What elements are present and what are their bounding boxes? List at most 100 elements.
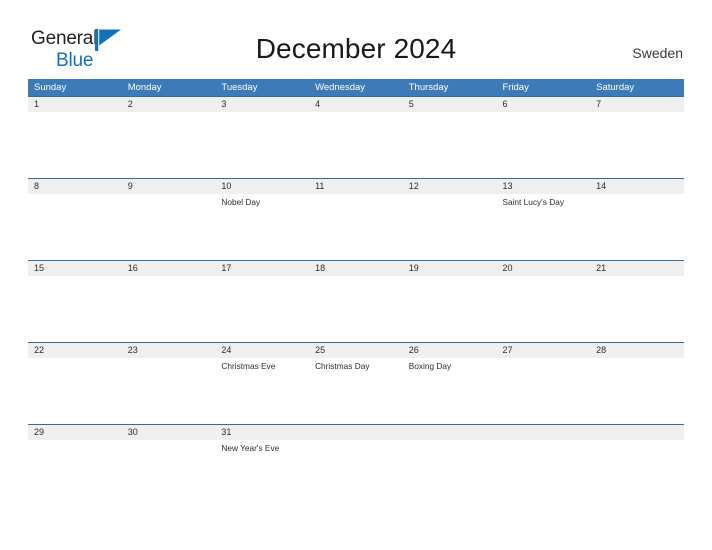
- day-number[interactable]: 20: [496, 261, 590, 276]
- day-number: [403, 425, 497, 440]
- day-number[interactable]: 30: [122, 425, 216, 440]
- country-label: Sweden: [632, 45, 683, 61]
- day-number[interactable]: 12: [403, 179, 497, 194]
- day-cell[interactable]: [122, 440, 216, 506]
- day-cell[interactable]: [122, 358, 216, 424]
- week-row: 22 23 24 25 26 27 28 Christmas Eve Chris…: [28, 342, 684, 424]
- day-cell[interactable]: Christmas Eve: [215, 358, 309, 424]
- week-date-band: 29 30 31: [28, 425, 684, 440]
- day-number[interactable]: 14: [590, 179, 684, 194]
- week-row: 29 30 31 New Year's Eve: [28, 424, 684, 506]
- event-label: New Year's Eve: [221, 443, 280, 453]
- week-date-band: 22 23 24 25 26 27 28: [28, 343, 684, 358]
- day-cell[interactable]: Saint Lucy's Day: [496, 194, 590, 260]
- weekday-monday: Monday: [127, 82, 162, 93]
- week-row: 8 9 10 11 12 13 14 Nobel Day Saint Lucy'…: [28, 178, 684, 260]
- day-cell[interactable]: Nobel Day: [215, 194, 309, 260]
- day-cell[interactable]: [590, 194, 684, 260]
- day-cell[interactable]: [122, 276, 216, 342]
- day-number[interactable]: 11: [309, 179, 403, 194]
- day-cell[interactable]: [215, 276, 309, 342]
- event-label: Christmas Eve: [221, 361, 276, 371]
- day-number[interactable]: 16: [122, 261, 216, 276]
- weekday-header-row: Sunday Monday Tuesday Wednesday Thursday…: [28, 79, 684, 96]
- weekday-tuesday: Tuesday: [221, 82, 258, 93]
- week-date-band: 1 2 3 4 5 6 7: [28, 97, 684, 112]
- day-cell: [309, 440, 403, 506]
- day-cell[interactable]: Christmas Day: [309, 358, 403, 424]
- day-number[interactable]: 27: [496, 343, 590, 358]
- weekday-saturday: Saturday: [596, 82, 635, 93]
- day-number[interactable]: 3: [215, 97, 309, 112]
- day-cell[interactable]: [28, 440, 122, 506]
- day-number[interactable]: 4: [309, 97, 403, 112]
- day-number[interactable]: 19: [403, 261, 497, 276]
- day-cell[interactable]: [309, 194, 403, 260]
- weekday-wednesday: Wednesday: [315, 82, 366, 93]
- event-label: Christmas Day: [315, 361, 370, 371]
- day-cell[interactable]: [590, 358, 684, 424]
- day-number[interactable]: 28: [590, 343, 684, 358]
- day-number[interactable]: 13: [496, 179, 590, 194]
- week-event-band: New Year's Eve: [28, 440, 684, 506]
- week-event-band: Christmas Eve Christmas Day Boxing Day: [28, 358, 684, 424]
- day-number[interactable]: 10: [215, 179, 309, 194]
- day-number[interactable]: 6: [496, 97, 590, 112]
- day-number[interactable]: 7: [590, 97, 684, 112]
- day-cell[interactable]: [28, 276, 122, 342]
- week-event-band: [28, 112, 684, 178]
- week-event-band: Nobel Day Saint Lucy's Day: [28, 194, 684, 260]
- weekday-thursday: Thursday: [408, 82, 449, 93]
- day-cell[interactable]: [496, 112, 590, 178]
- day-number[interactable]: 2: [122, 97, 216, 112]
- day-number[interactable]: 22: [28, 343, 122, 358]
- weekday-friday: Friday: [502, 82, 529, 93]
- day-cell: [403, 440, 497, 506]
- calendar-page: General Blue December 2024 Sweden Sunday…: [0, 0, 712, 550]
- day-cell[interactable]: [403, 112, 497, 178]
- day-cell[interactable]: [496, 358, 590, 424]
- day-number[interactable]: 5: [403, 97, 497, 112]
- day-number[interactable]: 17: [215, 261, 309, 276]
- day-number[interactable]: 24: [215, 343, 309, 358]
- day-cell[interactable]: [28, 112, 122, 178]
- day-number[interactable]: 8: [28, 179, 122, 194]
- day-number[interactable]: 15: [28, 261, 122, 276]
- day-number[interactable]: 25: [309, 343, 403, 358]
- calendar-grid: Sunday Monday Tuesday Wednesday Thursday…: [28, 79, 684, 506]
- day-number[interactable]: 9: [122, 179, 216, 194]
- day-number: [496, 425, 590, 440]
- event-label: Nobel Day: [221, 197, 261, 207]
- day-cell[interactable]: [403, 194, 497, 260]
- day-cell: [590, 440, 684, 506]
- day-cell[interactable]: [28, 358, 122, 424]
- day-number[interactable]: 21: [590, 261, 684, 276]
- day-cell[interactable]: [28, 194, 122, 260]
- day-cell[interactable]: Boxing Day: [403, 358, 497, 424]
- day-number[interactable]: 18: [309, 261, 403, 276]
- day-number[interactable]: 31: [215, 425, 309, 440]
- week-row: 1 2 3 4 5 6 7: [28, 96, 684, 178]
- week-date-band: 8 9 10 11 12 13 14: [28, 179, 684, 194]
- day-cell[interactable]: [309, 276, 403, 342]
- day-cell[interactable]: [496, 276, 590, 342]
- day-cell[interactable]: [215, 112, 309, 178]
- day-cell[interactable]: [590, 276, 684, 342]
- page-title: December 2024: [255, 33, 457, 64]
- day-number[interactable]: 29: [28, 425, 122, 440]
- day-cell[interactable]: [122, 194, 216, 260]
- day-cell[interactable]: [309, 112, 403, 178]
- day-number[interactable]: 1: [28, 97, 122, 112]
- day-cell[interactable]: [403, 276, 497, 342]
- day-cell[interactable]: [590, 112, 684, 178]
- event-label: Saint Lucy's Day: [502, 197, 564, 207]
- day-cell[interactable]: New Year's Eve: [215, 440, 309, 506]
- week-event-band: [28, 276, 684, 342]
- day-number: [590, 425, 684, 440]
- day-number[interactable]: 23: [122, 343, 216, 358]
- event-label: Boxing Day: [408, 361, 452, 371]
- day-number: [309, 425, 403, 440]
- day-number[interactable]: 26: [403, 343, 497, 358]
- week-date-band: 15 16 17 18 19 20 21: [28, 261, 684, 276]
- day-cell[interactable]: [122, 112, 216, 178]
